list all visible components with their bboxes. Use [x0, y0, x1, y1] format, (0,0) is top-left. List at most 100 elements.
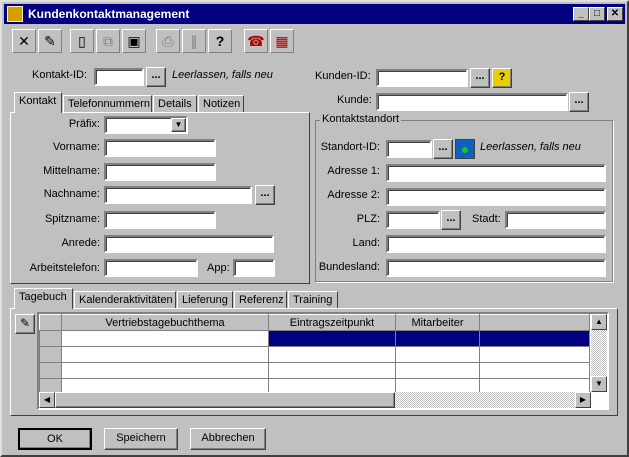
- table-cell[interactable]: [61, 346, 269, 363]
- table-cell[interactable]: [479, 330, 590, 347]
- row-selector[interactable]: [39, 362, 62, 379]
- cancel-x-icon[interactable]: ✕: [12, 29, 36, 53]
- table-cell[interactable]: [479, 362, 590, 379]
- scroll-up-icon[interactable]: ▲: [591, 314, 607, 330]
- nickname-input[interactable]: [104, 211, 216, 229]
- address2-input[interactable]: [386, 188, 606, 206]
- column-header-extra[interactable]: [479, 314, 590, 331]
- globe-icon[interactable]: ●: [455, 139, 475, 159]
- table-cell[interactable]: [395, 346, 480, 363]
- table-cell[interactable]: [61, 362, 269, 379]
- table-row[interactable]: [39, 346, 590, 363]
- title-bar: Kundenkontaktmanagement _ □ ✕: [4, 4, 625, 24]
- add-entry-icon[interactable]: ✎: [15, 314, 35, 334]
- state-label: Bundesland:: [318, 261, 380, 273]
- scroll-down-icon[interactable]: ▼: [591, 376, 607, 392]
- column-header-timestamp[interactable]: Eintragszeitpunkt: [268, 314, 396, 331]
- tab-lieferung[interactable]: Lieferung: [177, 291, 233, 309]
- table-cell[interactable]: [268, 330, 396, 347]
- row-header-corner: [39, 314, 62, 331]
- maximize-button[interactable]: □: [589, 7, 605, 21]
- row-selector[interactable]: [39, 330, 62, 347]
- print-icon[interactable]: ⎙: [156, 29, 180, 53]
- cancel-button[interactable]: Abbrechen: [190, 428, 266, 450]
- column-header-employee[interactable]: Mitarbeiter: [395, 314, 480, 331]
- site-id-input[interactable]: [386, 140, 432, 158]
- copy-icon[interactable]: ⧉: [96, 29, 120, 53]
- lastname-input[interactable]: [104, 186, 252, 204]
- save-button[interactable]: Speichern: [104, 428, 178, 450]
- minimize-button[interactable]: _: [573, 7, 589, 21]
- site-id-label: Standort-ID:: [320, 141, 380, 153]
- country-label: Land:: [352, 237, 380, 249]
- scroll-right-icon[interactable]: ▶: [575, 392, 591, 408]
- customer-name-input[interactable]: [376, 93, 568, 111]
- column-header-topic[interactable]: Vertriebstagebuchthema: [61, 314, 269, 331]
- contact-search-icon[interactable]: ☎: [244, 29, 268, 53]
- tab-training[interactable]: Training: [288, 291, 338, 309]
- ext-label: App:: [207, 262, 230, 274]
- ok-button[interactable]: OK: [18, 428, 92, 450]
- new-document-icon[interactable]: ▯: [70, 29, 94, 53]
- vertical-scrollbar[interactable]: ▲ ▼: [591, 314, 607, 392]
- address1-input[interactable]: [386, 164, 606, 182]
- table-row[interactable]: [39, 362, 590, 379]
- contact-id-label: Kontakt-ID:: [32, 69, 88, 81]
- lastname-label: Nachname:: [43, 188, 100, 200]
- scroll-left-icon[interactable]: ◀: [39, 392, 55, 408]
- tab-referenz[interactable]: Referenz: [234, 291, 287, 309]
- table-cell[interactable]: [268, 346, 396, 363]
- prefix-select[interactable]: ▼: [104, 116, 188, 134]
- contact-id-input[interactable]: [94, 68, 144, 86]
- zip-lookup-button[interactable]: ...: [441, 210, 461, 230]
- city-input[interactable]: [505, 211, 606, 229]
- customer-help-icon[interactable]: ?: [492, 68, 512, 88]
- help-icon[interactable]: ?: [208, 29, 232, 53]
- customer-id-label: Kunden-ID:: [315, 70, 371, 82]
- vertical-scroll-track[interactable]: [591, 330, 607, 376]
- table-cell[interactable]: [268, 362, 396, 379]
- middlename-input[interactable]: [104, 163, 216, 181]
- table-cell[interactable]: [61, 330, 269, 347]
- log-table: Vertriebstagebuchthema Eintragszeitpunkt…: [39, 314, 590, 395]
- site-id-lookup-button[interactable]: ...: [433, 139, 453, 159]
- table-cell[interactable]: [395, 362, 480, 379]
- salutation-input[interactable]: [104, 235, 274, 253]
- building-icon[interactable]: ▦: [270, 29, 294, 53]
- table-row[interactable]: [39, 330, 590, 347]
- customer-name-lookup-button[interactable]: ...: [569, 92, 589, 112]
- horizontal-scrollbar[interactable]: ◀ ▶: [39, 392, 591, 408]
- table-cell[interactable]: [395, 330, 480, 347]
- tab-kalenderaktivitaeten[interactable]: Kalenderaktivitäten: [74, 291, 176, 309]
- tab-telefonnummern[interactable]: Telefonnummern: [63, 95, 152, 113]
- chevron-down-icon[interactable]: ▼: [171, 118, 186, 132]
- firstname-input[interactable]: [104, 139, 216, 157]
- tab-kontakt[interactable]: Kontakt: [14, 92, 62, 113]
- save-disk-icon[interactable]: ▣: [122, 29, 146, 53]
- row-selector[interactable]: [39, 346, 62, 363]
- firstname-label: Vorname:: [52, 141, 100, 153]
- tab-notizen[interactable]: Notizen: [198, 95, 244, 113]
- customer-id-input[interactable]: [376, 69, 468, 87]
- tab-details[interactable]: Details: [153, 95, 197, 113]
- workphone-label: Arbeitstelefon:: [29, 262, 100, 274]
- horizontal-scroll-track[interactable]: [395, 392, 575, 408]
- state-input[interactable]: [386, 259, 606, 277]
- table-cell[interactable]: [479, 346, 590, 363]
- site-id-hint: Leerlassen, falls neu: [480, 141, 581, 153]
- close-button[interactable]: ✕: [607, 7, 623, 21]
- contact-id-hint: Leerlassen, falls neu: [172, 69, 273, 81]
- lastname-lookup-button[interactable]: ...: [255, 185, 275, 205]
- customer-id-lookup-button[interactable]: ...: [470, 68, 490, 88]
- main-window: Kundenkontaktmanagement _ □ ✕ ✕ ✎ ▯ ⧉ ▣ …: [0, 0, 629, 457]
- horizontal-scroll-thumb[interactable]: [55, 392, 395, 408]
- workphone-input[interactable]: [104, 259, 198, 277]
- attach-icon[interactable]: ∥: [182, 29, 206, 53]
- zip-input[interactable]: [386, 211, 440, 229]
- tab-tagebuch[interactable]: Tagebuch: [14, 288, 73, 309]
- contact-id-lookup-button[interactable]: ...: [146, 67, 166, 87]
- country-input[interactable]: [386, 235, 606, 253]
- ext-input[interactable]: [233, 259, 275, 277]
- eraser-icon[interactable]: ✎: [38, 29, 62, 53]
- app-icon: [7, 6, 23, 22]
